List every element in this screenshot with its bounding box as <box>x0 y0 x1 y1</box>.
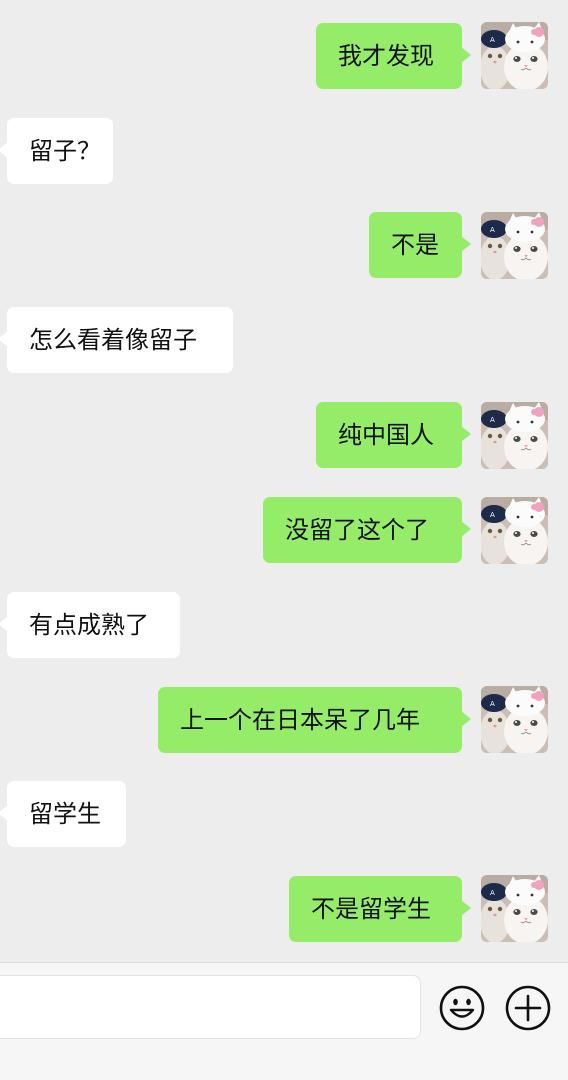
sent-bubble[interactable]: 上一个在日本呆了几年 <box>158 687 471 753</box>
svg-text:A: A <box>490 36 495 44</box>
message-row: 留子？ <box>0 118 568 184</box>
avatar[interactable]: A <box>481 402 548 469</box>
svg-text:A: A <box>490 226 495 234</box>
svg-text:A: A <box>490 889 495 897</box>
received-bubble[interactable]: 怎么看着像留子 <box>0 307 233 373</box>
sent-bubble[interactable]: 不是留学生 <box>289 876 471 942</box>
sent-bubble[interactable]: 不是 <box>369 212 471 278</box>
svg-text:A: A <box>490 700 495 708</box>
chat-area[interactable]: 我才发现 A 留子？ 不是 A 怎么看着像留子 纯中国人 A 没留了这个了 A … <box>0 0 568 962</box>
svg-text:A: A <box>490 511 495 519</box>
avatar[interactable]: A <box>481 686 548 753</box>
message-input[interactable] <box>0 975 421 1039</box>
avatar[interactable]: A <box>481 212 548 279</box>
avatar[interactable]: A <box>481 22 548 89</box>
message-row: 留学生 <box>0 781 568 847</box>
avatar-image: A <box>481 402 548 469</box>
svg-text:A: A <box>490 416 495 424</box>
received-bubble[interactable]: 留学生 <box>0 781 126 847</box>
message-row: 怎么看着像留子 <box>0 307 568 373</box>
avatar-image: A <box>481 686 548 753</box>
sent-bubble[interactable]: 没留了这个了 <box>263 497 471 563</box>
avatar-image: A <box>481 875 548 942</box>
received-bubble[interactable]: 有点成熟了 <box>0 592 180 658</box>
avatar[interactable]: A <box>481 875 548 942</box>
avatar-image: A <box>481 212 548 279</box>
input-bar <box>0 962 568 1080</box>
received-bubble[interactable]: 留子？ <box>0 118 113 184</box>
avatar-image: A <box>481 22 548 89</box>
message-row: 有点成熟了 <box>0 592 568 658</box>
smiley-face-icon[interactable] <box>439 985 485 1031</box>
plus-circle-icon[interactable] <box>505 985 551 1031</box>
avatar-image: A <box>481 497 548 564</box>
avatar[interactable]: A <box>481 497 548 564</box>
sent-bubble[interactable]: 纯中国人 <box>316 402 471 468</box>
sent-bubble[interactable]: 我才发现 <box>316 23 471 89</box>
